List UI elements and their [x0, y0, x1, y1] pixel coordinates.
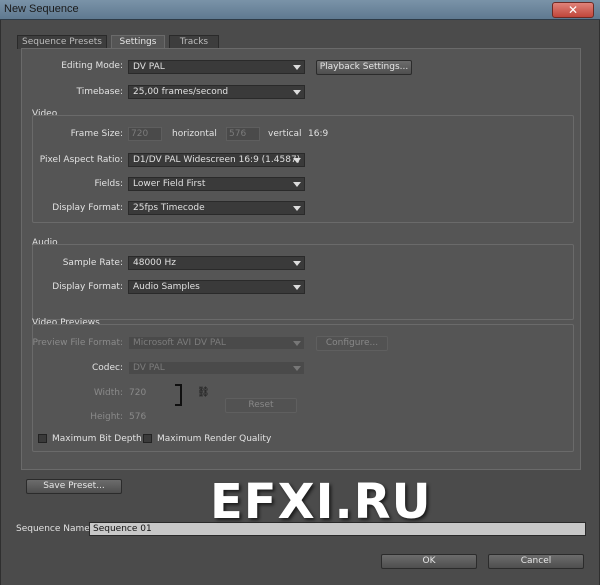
cancel-button[interactable]: Cancel — [488, 554, 584, 569]
width-value[interactable]: 720 — [129, 388, 146, 398]
tab-sequence-presets[interactable]: Sequence Presets — [17, 35, 107, 49]
chevron-down-icon — [293, 285, 301, 290]
watermark-text: EFXI.RU — [210, 474, 432, 530]
preview-file-format-select[interactable]: Microsoft AVI DV PAL — [128, 336, 305, 350]
codec-value: DV PAL — [133, 363, 165, 373]
fields-select[interactable]: Lower Field First — [128, 177, 305, 191]
pixel-aspect-value: D1/DV PAL Widescreen 16:9 (1.4587) — [133, 155, 301, 165]
settings-panel: Editing Mode: DV PAL Playback Settings..… — [21, 48, 581, 470]
preview-file-format-value: Microsoft AVI DV PAL — [133, 338, 226, 348]
editing-mode-select[interactable]: DV PAL — [128, 60, 305, 74]
chevron-down-icon — [293, 65, 301, 70]
chevron-down-icon — [293, 366, 301, 371]
horizontal-label: horizontal — [172, 129, 217, 139]
playback-settings-button[interactable]: Playback Settings... — [316, 60, 412, 75]
codec-label: Codec: — [91, 363, 123, 373]
max-bit-depth-label: Maximum Bit Depth — [52, 434, 142, 444]
frame-height-field: 576 — [226, 127, 260, 141]
chevron-down-icon — [293, 158, 301, 163]
tab-tracks[interactable]: Tracks — [169, 35, 219, 49]
preview-file-format-label: Preview File Format: — [32, 338, 123, 348]
video-display-format-value: 25fps Timecode — [133, 203, 205, 213]
sample-rate-label: Sample Rate: — [62, 258, 123, 268]
chain-link-icon[interactable]: ⛓ — [197, 387, 210, 398]
save-preset-button[interactable]: Save Preset... — [26, 479, 122, 494]
max-render-quality-label: Maximum Render Quality — [157, 434, 272, 444]
codec-select[interactable]: DV PAL — [128, 361, 305, 375]
audio-display-format-value: Audio Samples — [133, 282, 200, 292]
editing-mode-label: Editing Mode: — [61, 61, 123, 71]
aspect-bracket — [175, 384, 182, 406]
sample-rate-select[interactable]: 48000 Hz — [128, 256, 305, 270]
frame-size-label: Frame Size: — [70, 129, 123, 139]
fields-value: Lower Field First — [133, 179, 206, 189]
aspect-text: 16:9 — [308, 129, 329, 139]
fields-label: Fields: — [94, 179, 124, 189]
close-icon[interactable]: ✕ — [552, 2, 594, 18]
chevron-down-icon — [293, 206, 301, 211]
sequence-name-label: Sequence Name: — [16, 524, 93, 534]
chevron-down-icon — [293, 261, 301, 266]
width-label: Width: — [93, 388, 123, 398]
max-render-quality-checkbox[interactable] — [143, 434, 152, 443]
chevron-down-icon — [293, 341, 301, 346]
pixel-aspect-select[interactable]: D1/DV PAL Widescreen 16:9 (1.4587) — [128, 153, 305, 167]
audio-display-format-select[interactable]: Audio Samples — [128, 280, 305, 294]
sample-rate-value: 48000 Hz — [133, 258, 176, 268]
reset-button[interactable]: Reset — [225, 398, 297, 413]
pixel-aspect-label: Pixel Aspect Ratio: — [39, 155, 123, 165]
configure-button[interactable]: Configure... — [316, 336, 388, 351]
timebase-select[interactable]: 25,00 frames/second — [128, 85, 305, 99]
audio-display-format-label: Display Format: — [52, 282, 123, 292]
chevron-down-icon — [293, 90, 301, 95]
video-display-format-select[interactable]: 25fps Timecode — [128, 201, 305, 215]
max-bit-depth-checkbox[interactable] — [38, 434, 47, 443]
window-title: New Sequence — [4, 3, 79, 15]
chevron-down-icon — [293, 182, 301, 187]
vertical-label: vertical — [268, 129, 302, 139]
window-titlebar: New Sequence ✕ — [0, 0, 600, 20]
ok-button[interactable]: OK — [381, 554, 477, 569]
height-value[interactable]: 576 — [129, 412, 146, 422]
editing-mode-value: DV PAL — [133, 62, 165, 72]
timebase-value: 25,00 frames/second — [133, 87, 229, 97]
timebase-label: Timebase: — [76, 87, 123, 97]
height-label: Height: — [90, 412, 123, 422]
video-display-format-label: Display Format: — [52, 203, 123, 213]
frame-width-field: 720 — [128, 127, 162, 141]
